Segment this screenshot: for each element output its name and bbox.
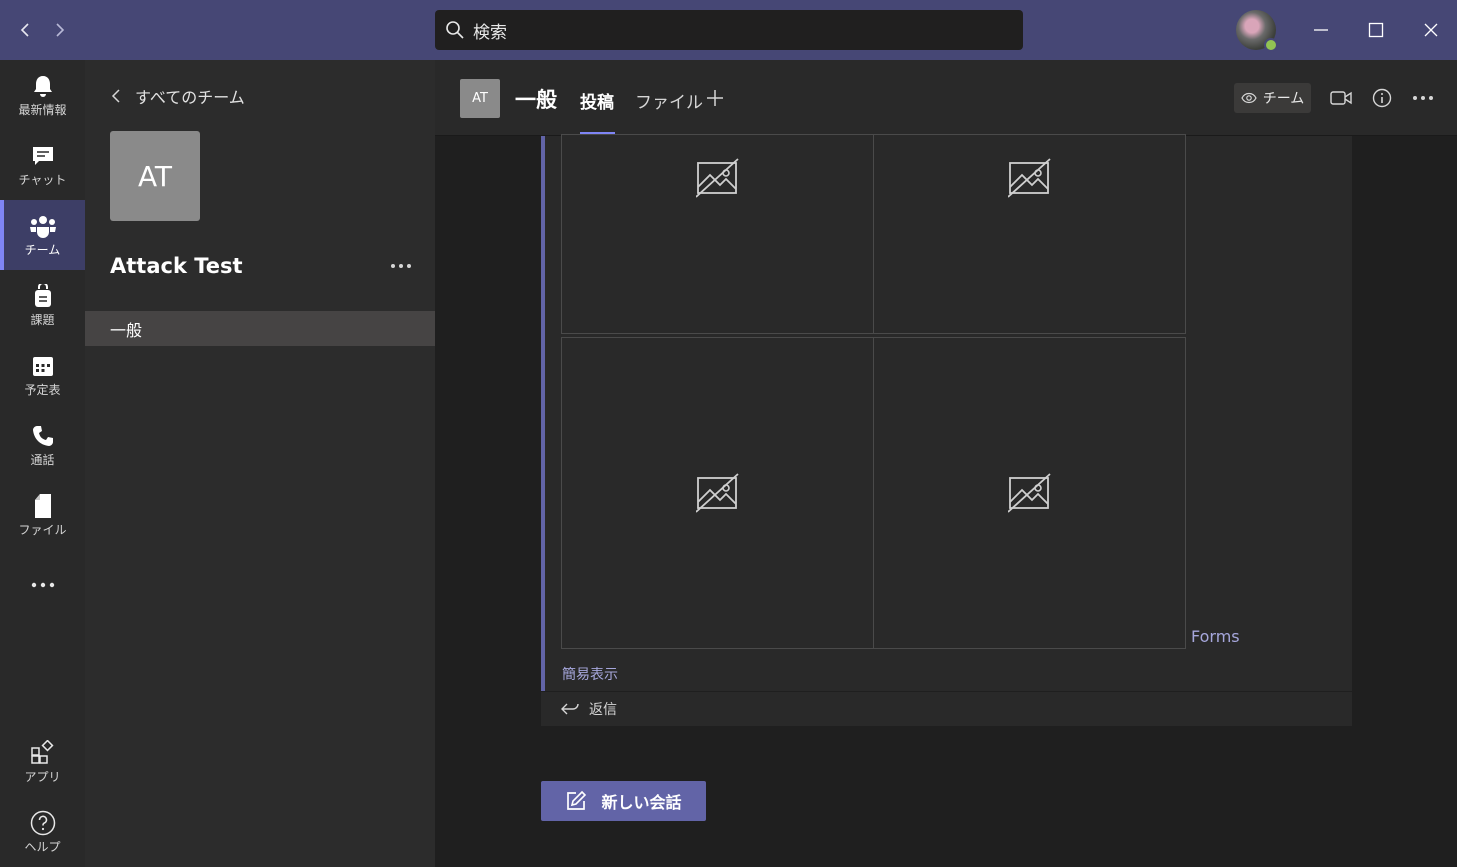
rail-item-label: ファイル: [18, 522, 67, 537]
tab-files[interactable]: ファイル: [635, 88, 703, 113]
new-conversation-button[interactable]: 新しい会話: [541, 781, 706, 821]
close-icon[interactable]: [1413, 12, 1449, 48]
image-placeholder[interactable]: [561, 134, 874, 334]
app-rail: 最新情報 チャット チーム 課題 予定表 通話 ファイル アプリ ヘルプ: [0, 60, 85, 867]
team-button-label: チーム: [1262, 91, 1305, 107]
rail-item-label: アプリ: [24, 769, 61, 784]
search-input[interactable]: 検索: [435, 10, 1023, 50]
search-icon: [445, 20, 465, 40]
file-icon: [30, 493, 56, 519]
bell-icon: [30, 73, 56, 99]
rail-item-apps[interactable]: アプリ: [0, 727, 85, 797]
phone-icon: [30, 423, 56, 449]
rail-item-label: ヘルプ: [24, 839, 61, 854]
meet-video-icon[interactable]: [1329, 86, 1353, 110]
channel-item-general[interactable]: 一般: [85, 311, 435, 346]
image-placeholder[interactable]: [561, 337, 874, 649]
rail-item-label: 最新情報: [18, 102, 67, 117]
rail-item-label: チャット: [18, 172, 67, 187]
team-panel: すべてのチーム AT Attack Test 一般: [85, 60, 435, 867]
all-teams-label: すべてのチーム: [135, 88, 245, 107]
avatar[interactable]: [1236, 10, 1278, 52]
back-arrow-icon[interactable]: [13, 17, 37, 43]
reply-label: 返信: [589, 702, 617, 718]
info-icon[interactable]: [1370, 86, 1394, 110]
all-teams-back-link[interactable]: すべてのチーム: [111, 84, 245, 108]
team-more-options-icon[interactable]: [388, 255, 414, 277]
compose-icon: [567, 790, 587, 810]
chat-icon: [30, 143, 56, 169]
rail-item-activity[interactable]: 最新情報: [0, 60, 85, 130]
channel-title: 一般: [515, 88, 557, 112]
new-conversation-label: 新しい会話: [601, 793, 682, 812]
chevron-left-icon: [111, 89, 120, 103]
search-placeholder: 検索: [473, 22, 507, 43]
channel-header: AT 一般 投稿 ファイル チーム: [435, 60, 1457, 136]
help-icon: [30, 810, 56, 836]
image-placeholder[interactable]: [873, 337, 1186, 649]
team-visibility-button[interactable]: チーム: [1234, 83, 1311, 113]
team-name: Attack Test: [110, 254, 243, 278]
forward-arrow-icon[interactable]: [48, 17, 72, 43]
rail-item-label: 予定表: [24, 382, 61, 397]
eye-icon: [1241, 92, 1257, 104]
rail-item-help[interactable]: ヘルプ: [0, 797, 85, 867]
add-tab-icon[interactable]: [703, 86, 727, 110]
broken-image-icon: [695, 158, 739, 198]
more-horizontal-icon: [30, 572, 56, 598]
reply-arrow-icon: [561, 703, 579, 715]
main-content: AT 一般 投稿 ファイル チーム Forms 簡易表示 返信 新しい会話: [435, 60, 1457, 867]
teams-icon: [29, 213, 56, 239]
simple-view-link[interactable]: 簡易表示: [562, 664, 618, 684]
rail-item-calendar[interactable]: 予定表: [0, 340, 85, 410]
apps-icon: [30, 739, 56, 766]
forms-link[interactable]: Forms: [1191, 627, 1240, 646]
rail-item-chat[interactable]: チャット: [0, 130, 85, 200]
reply-button[interactable]: 返信: [541, 691, 1352, 726]
message-card: Forms 簡易表示 返信: [541, 134, 1352, 726]
broken-image-icon: [1007, 158, 1051, 198]
rail-item-label: 課題: [30, 312, 55, 327]
maximize-icon[interactable]: [1358, 12, 1394, 48]
message-accent-bar: [541, 136, 545, 691]
tab-posts[interactable]: 投稿: [580, 88, 614, 113]
broken-image-icon: [1007, 473, 1051, 513]
rail-item-teams[interactable]: チーム: [0, 200, 85, 270]
title-bar: 検索: [0, 0, 1457, 60]
rail-more-button[interactable]: [0, 550, 85, 620]
more-options-icon[interactable]: [1411, 86, 1435, 110]
rail-item-label: 通話: [30, 452, 55, 467]
minimize-icon[interactable]: [1303, 12, 1339, 48]
image-placeholder[interactable]: [873, 134, 1186, 334]
rail-item-label: チーム: [24, 242, 61, 257]
broken-image-icon: [695, 473, 739, 513]
calendar-icon: [30, 353, 56, 379]
team-avatar: AT: [110, 131, 200, 221]
rail-item-calls[interactable]: 通話: [0, 410, 85, 480]
status-available-icon: [1264, 38, 1278, 52]
channel-team-avatar: AT: [460, 79, 500, 118]
rail-item-files[interactable]: ファイル: [0, 480, 85, 550]
assignments-icon: [30, 283, 56, 309]
rail-item-assignments[interactable]: 課題: [0, 270, 85, 340]
